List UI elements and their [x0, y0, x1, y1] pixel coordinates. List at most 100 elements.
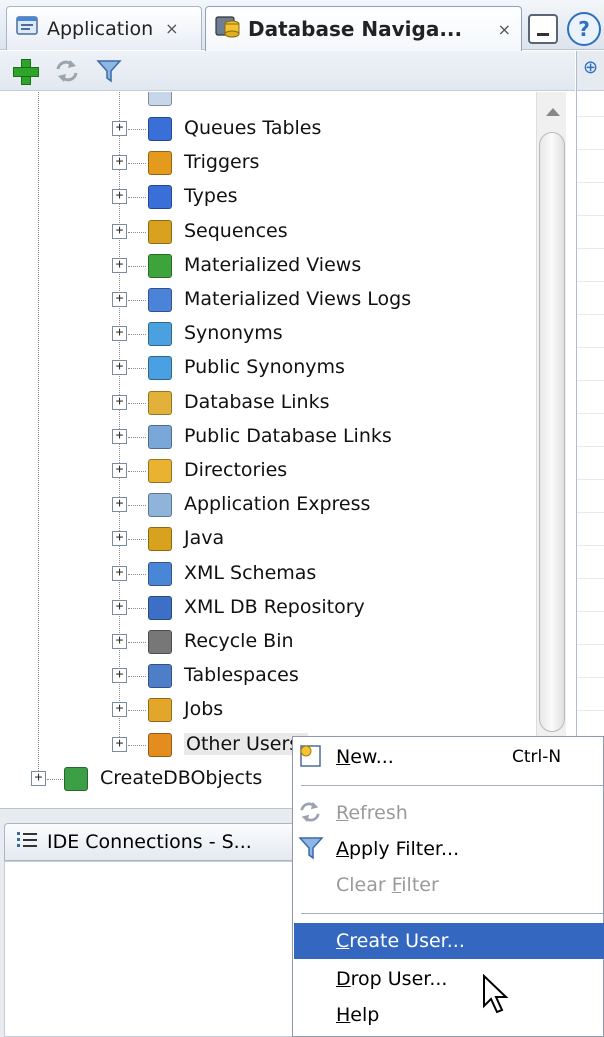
- expand-icon[interactable]: +: [112, 463, 127, 478]
- tree-node-label: Sequences: [184, 219, 288, 242]
- tree-connector: [128, 505, 146, 507]
- expand-icon[interactable]: +: [112, 292, 127, 307]
- tree-node-synonyms[interactable]: + Synonyms: [0, 317, 535, 351]
- list-icon: [15, 829, 39, 856]
- tab-ide-connections[interactable]: IDE Connections - S...: [4, 823, 304, 861]
- database-icon: [214, 14, 242, 45]
- application-icon: [15, 14, 41, 43]
- tree-connector: [128, 539, 146, 541]
- minimize-icon[interactable]: [528, 14, 558, 44]
- navigator-toolbar: [0, 51, 575, 91]
- expand-icon[interactable]: +: [112, 736, 127, 752]
- tree-node-tablespaces[interactable]: + Tablespaces: [0, 659, 535, 693]
- menu-item-new[interactable]: New... Ctrl-N: [294, 739, 604, 775]
- expand-icon[interactable]: +: [112, 360, 127, 376]
- tree-node-label: Directories: [184, 459, 288, 481]
- menu-item-help[interactable]: Help: [294, 997, 604, 1033]
- tree-connector: [128, 197, 146, 199]
- expand-icon[interactable]: +: [112, 428, 127, 444]
- tree-connector: [128, 642, 146, 643]
- tree-node-recycle-bin[interactable]: + Recycle Bin: [0, 625, 535, 659]
- expand-icon[interactable]: +: [112, 394, 127, 410]
- context-menu: New... Ctrl-N Refresh Apply Filter... Cl…: [292, 736, 604, 1037]
- expand-icon[interactable]: +: [112, 531, 127, 547]
- tab-bar: Application × Database Naviga... × ?: [0, 0, 604, 51]
- connection-icon: [64, 766, 88, 791]
- tab-database-navigator[interactable]: Database Naviga... ×: [205, 6, 522, 51]
- xml-db-repository-icon: [148, 595, 172, 620]
- tree-node-public-synonyms[interactable]: + Public Synonyms: [0, 351, 535, 385]
- tree-node-xml-schemas[interactable]: + XML Schemas: [0, 557, 535, 591]
- tree-node-directories[interactable]: + Directories: [0, 454, 535, 488]
- tree-node-public-database-links[interactable]: + Public Database Links: [0, 420, 535, 454]
- index-icon: [148, 92, 172, 106]
- public-database-link-icon: [148, 424, 172, 449]
- expand-icon[interactable]: +: [112, 121, 127, 136]
- queue-table-icon: [148, 117, 172, 141]
- expand-icon[interactable]: +: [112, 634, 127, 649]
- tree-node-types[interactable]: + Types: [0, 180, 535, 214]
- scroll-up-icon[interactable]: [546, 108, 560, 116]
- tab-application[interactable]: Application ×: [6, 6, 202, 50]
- refresh-icon[interactable]: [52, 56, 82, 86]
- materialized-view-log-icon: [148, 288, 172, 312]
- expand-icon[interactable]: +: [112, 257, 127, 273]
- tree-node-label: Java: [184, 527, 225, 550]
- tree-node-jobs[interactable]: + Jobs: [0, 693, 535, 727]
- tree-node-label: Database Links: [184, 390, 330, 413]
- tree-node-xml-db-repository[interactable]: + XML DB Repository: [0, 591, 535, 625]
- menu-item-refresh[interactable]: Refresh: [294, 795, 604, 831]
- tree-connector: [128, 368, 146, 370]
- expand-icon[interactable]: +: [112, 599, 127, 615]
- menu-item-create-user[interactable]: Create User...: [294, 923, 604, 959]
- tree-connector: [128, 744, 146, 746]
- tree-node-label: Types: [184, 185, 238, 208]
- expand-icon[interactable]: +: [112, 223, 127, 239]
- tree-node-sequences[interactable]: + Sequences: [0, 215, 535, 249]
- tree-node-materialized-views[interactable]: + Materialized Views: [0, 249, 535, 283]
- menu-item-drop-user[interactable]: Drop User...: [294, 961, 604, 997]
- refresh-icon: [298, 801, 324, 827]
- tree-node-label: Queues Tables: [184, 117, 322, 139]
- menu-item-clear-filter[interactable]: Clear Filter: [294, 867, 604, 903]
- menu-separator: [301, 785, 603, 786]
- menu-item-apply-filter[interactable]: Apply Filter...: [294, 831, 604, 867]
- expand-icon[interactable]: +: [112, 189, 127, 205]
- tree-node-application-express[interactable]: + Application Express: [0, 488, 535, 522]
- add-icon[interactable]: [577, 51, 604, 91]
- tab-application-label: Application: [47, 17, 154, 40]
- database-navigator-tree: Indexes + Queues Tables + Triggers + Types + Se…: [0, 92, 535, 792]
- expand-icon[interactable]: +: [31, 770, 46, 786]
- tree-node-triggers[interactable]: + Triggers: [0, 146, 535, 180]
- tree-node-label: XML Schemas: [184, 561, 317, 584]
- tree-node-database-links[interactable]: + Database Links: [0, 386, 535, 420]
- directory-icon: [148, 459, 172, 483]
- scrollbar-thumb[interactable]: [539, 132, 565, 732]
- tree-node-label: Indexes: [182, 98, 255, 100]
- tree-node-label: XML DB Repository: [184, 595, 365, 618]
- expand-icon[interactable]: +: [112, 326, 127, 342]
- tree-node-queues-tables[interactable]: + Queues Tables: [0, 112, 535, 146]
- tree-node-label: Materialized Views Logs: [184, 288, 412, 310]
- xml-schema-icon: [148, 561, 172, 586]
- expand-icon[interactable]: +: [112, 497, 127, 513]
- tab-database-navigator-label: Database Naviga...: [248, 17, 463, 41]
- add-connection-icon[interactable]: [10, 56, 40, 86]
- tree-node-java[interactable]: + Java: [0, 522, 535, 556]
- expand-icon[interactable]: +: [112, 702, 127, 718]
- expand-icon[interactable]: +: [112, 668, 127, 684]
- tree-node-materialized-views-logs[interactable]: + Materialized Views Logs: [0, 283, 535, 317]
- expand-icon[interactable]: +: [112, 565, 127, 581]
- tree-vertical-scrollbar[interactable]: [536, 92, 566, 744]
- tree-node-label: Triggers: [184, 151, 260, 174]
- tab-application-close-icon[interactable]: ×: [165, 19, 178, 38]
- tab-ide-connections-label: IDE Connections - S...: [47, 831, 252, 853]
- menu-item-help-label: Help: [336, 1004, 380, 1026]
- help-icon[interactable]: ?: [567, 12, 601, 46]
- filter-icon[interactable]: [94, 56, 124, 86]
- database-link-icon: [148, 390, 172, 415]
- menu-item-create-user-label: Create User...: [336, 930, 465, 952]
- trigger-icon: [148, 151, 172, 176]
- tab-database-navigator-close-icon[interactable]: ×: [498, 20, 511, 39]
- expand-icon[interactable]: +: [112, 155, 127, 171]
